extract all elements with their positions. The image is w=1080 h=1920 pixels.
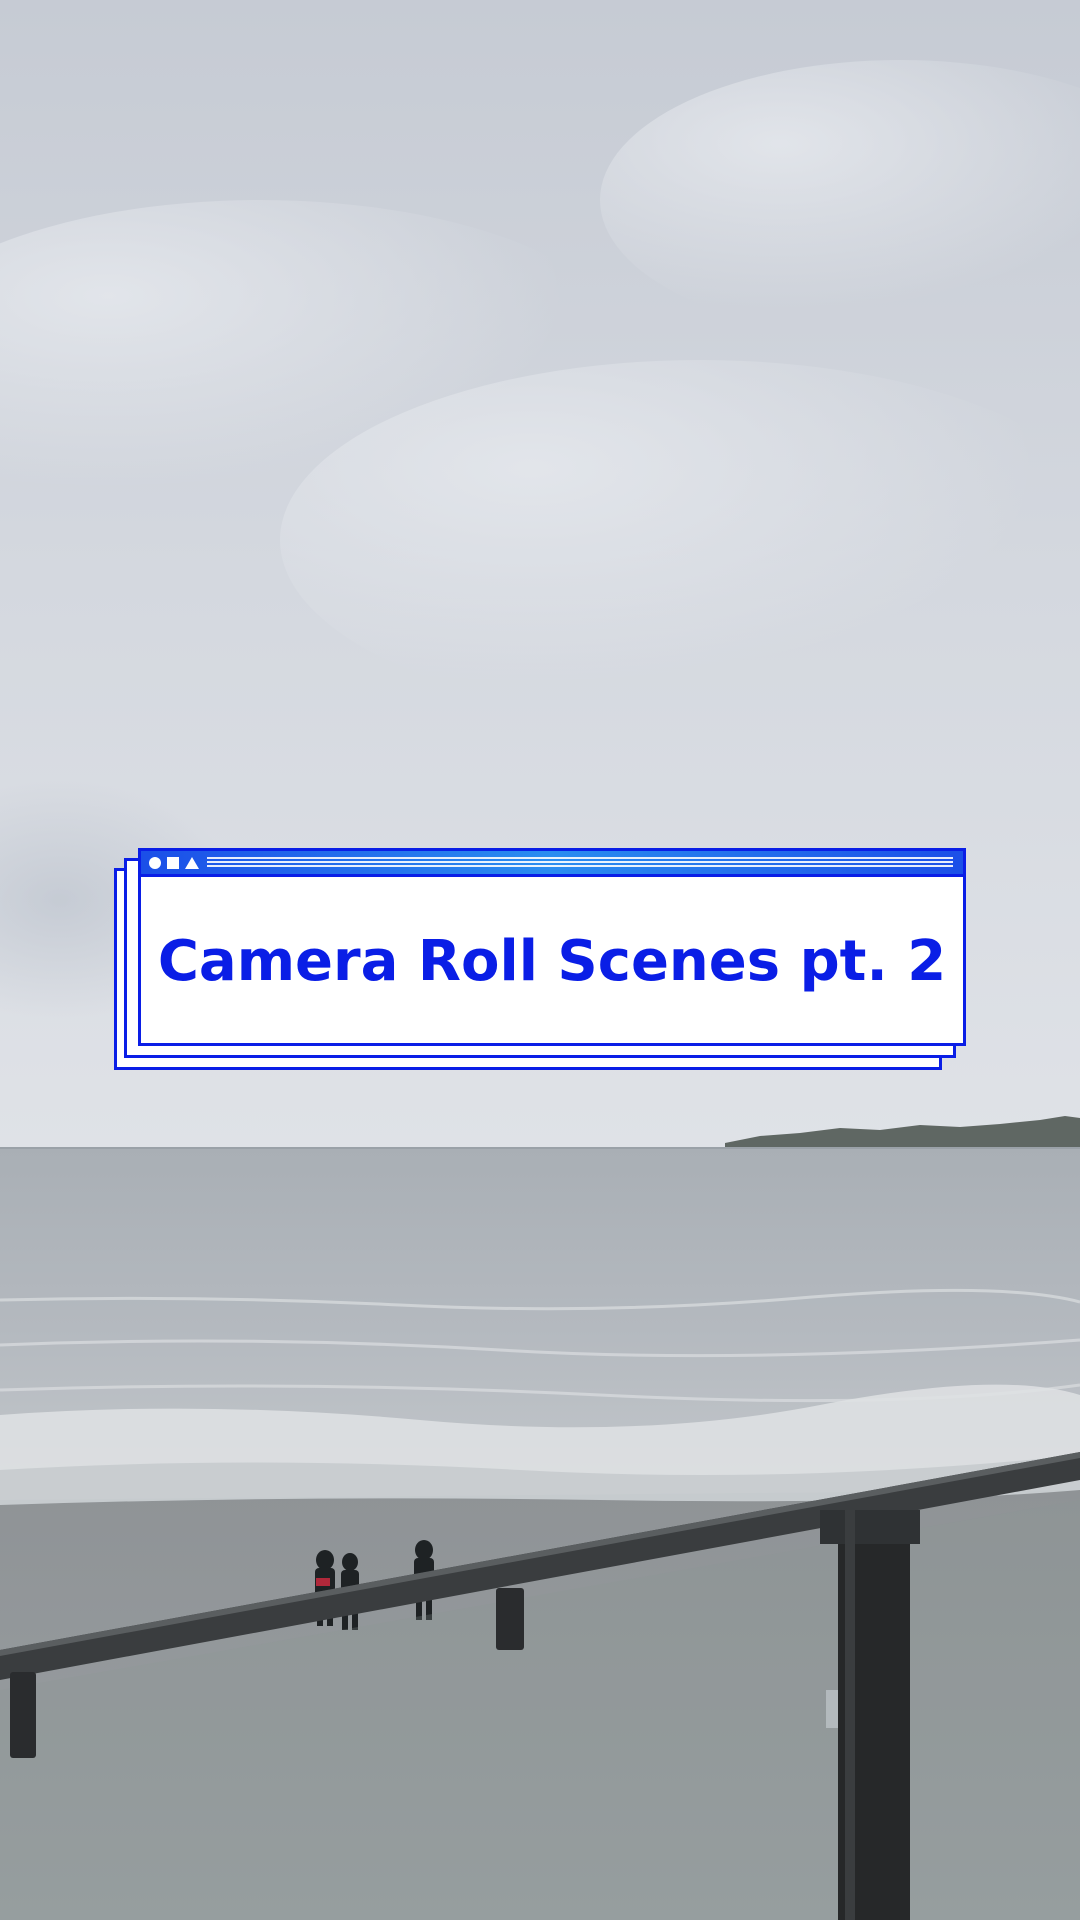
titlebar-stripes bbox=[207, 857, 953, 869]
square-icon bbox=[167, 857, 179, 869]
overlay-title: Camera Roll Scenes pt. 2 bbox=[157, 929, 947, 994]
title-card: Camera Roll Scenes pt. 2 bbox=[114, 848, 966, 1070]
window-titlebar bbox=[141, 851, 963, 877]
triangle-icon bbox=[185, 857, 199, 869]
title-window: Camera Roll Scenes pt. 2 bbox=[138, 848, 966, 1046]
circle-icon bbox=[149, 857, 161, 869]
